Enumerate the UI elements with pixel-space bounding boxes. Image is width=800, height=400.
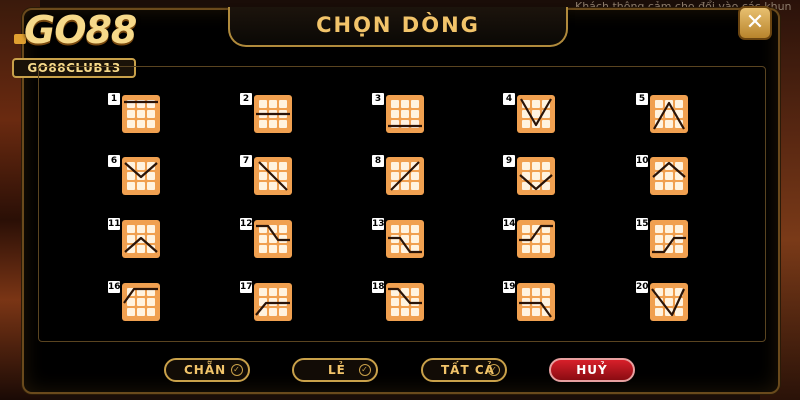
payline-icon	[386, 157, 424, 195]
line-option-20[interactable]: 20	[636, 281, 688, 325]
line-number: 1	[108, 93, 120, 105]
payline-icon	[122, 220, 160, 258]
line-option-13[interactable]: 13	[372, 218, 424, 262]
line-number: 15	[636, 218, 649, 230]
line-option-9[interactable]: 9	[503, 155, 555, 199]
payline-icon	[650, 283, 688, 321]
line-number: 12	[240, 218, 253, 230]
line-number: 5	[636, 93, 648, 105]
payline-icon	[517, 95, 555, 133]
payline-icon	[254, 220, 292, 258]
line-number: 9	[503, 155, 515, 167]
check-icon: ✓	[231, 364, 243, 376]
line-number: 17	[240, 281, 253, 293]
line-option-14[interactable]: 14	[503, 218, 555, 262]
line-option-10[interactable]: 10	[636, 155, 688, 199]
line-option-8[interactable]: 8	[372, 155, 424, 199]
even-lines-button[interactable]: CHẴN ✓	[164, 358, 250, 382]
line-number: 18	[372, 281, 385, 293]
line-option-2[interactable]: 2	[240, 93, 292, 137]
payline-icon	[254, 157, 292, 195]
payline-icon	[650, 95, 688, 133]
line-number: 13	[372, 218, 385, 230]
line-option-5[interactable]: 5	[636, 93, 688, 137]
payline-icon	[517, 283, 555, 321]
line-number: 8	[372, 155, 384, 167]
dialog-title: CHỌN DÒNG	[316, 13, 480, 37]
dialog-title-tab: CHỌN DÒNG	[228, 7, 568, 47]
line-option-18[interactable]: 18	[372, 281, 424, 325]
payline-icon	[650, 157, 688, 195]
payline-icon	[650, 220, 688, 258]
line-option-17[interactable]: 17	[240, 281, 292, 325]
line-number: 10	[636, 155, 649, 167]
payline-icon	[122, 157, 160, 195]
payline-icon	[517, 220, 555, 258]
close-button[interactable]: ✕	[738, 6, 772, 40]
line-option-16[interactable]: 16	[108, 281, 160, 325]
check-icon: ✓	[488, 364, 500, 376]
line-option-4[interactable]: 4	[503, 93, 555, 137]
line-option-7[interactable]: 7	[240, 155, 292, 199]
cancel-label: HUỶ	[576, 363, 608, 377]
logo-main-text: GO88	[24, 8, 137, 52]
line-number: 19	[503, 281, 516, 293]
payline-icon	[122, 95, 160, 133]
line-option-6[interactable]: 6	[108, 155, 160, 199]
even-lines-label: CHẴN	[184, 363, 227, 377]
all-lines-button[interactable]: TẤT CẢ ✓	[421, 358, 507, 382]
line-option-12[interactable]: 12	[240, 218, 292, 262]
line-option-15[interactable]: 15	[636, 218, 688, 262]
line-option-3[interactable]: 3	[372, 93, 424, 137]
line-number: 3	[372, 93, 384, 105]
line-number: 20	[636, 281, 649, 293]
all-lines-label: TẤT CẢ	[441, 363, 495, 377]
line-number: 16	[108, 281, 121, 293]
odd-lines-label: LẺ	[328, 363, 346, 377]
odd-lines-button[interactable]: LẺ ✓	[292, 358, 378, 382]
payline-icon	[254, 95, 292, 133]
line-number: 14	[503, 218, 516, 230]
check-icon: ✓	[359, 364, 371, 376]
line-option-1[interactable]: 1	[108, 93, 160, 137]
line-option-11[interactable]: 11	[108, 218, 160, 262]
payline-icon	[386, 95, 424, 133]
cancel-button[interactable]: HUỶ	[549, 358, 635, 382]
payline-icon	[254, 283, 292, 321]
payline-icon	[122, 283, 160, 321]
line-number: 4	[503, 93, 515, 105]
payline-icon	[386, 220, 424, 258]
payline-icon	[517, 157, 555, 195]
line-number: 7	[240, 155, 252, 167]
line-number: 11	[108, 218, 121, 230]
line-number: 6	[108, 155, 120, 167]
line-option-19[interactable]: 19	[503, 281, 555, 325]
payline-icon	[386, 283, 424, 321]
line-number: 2	[240, 93, 252, 105]
